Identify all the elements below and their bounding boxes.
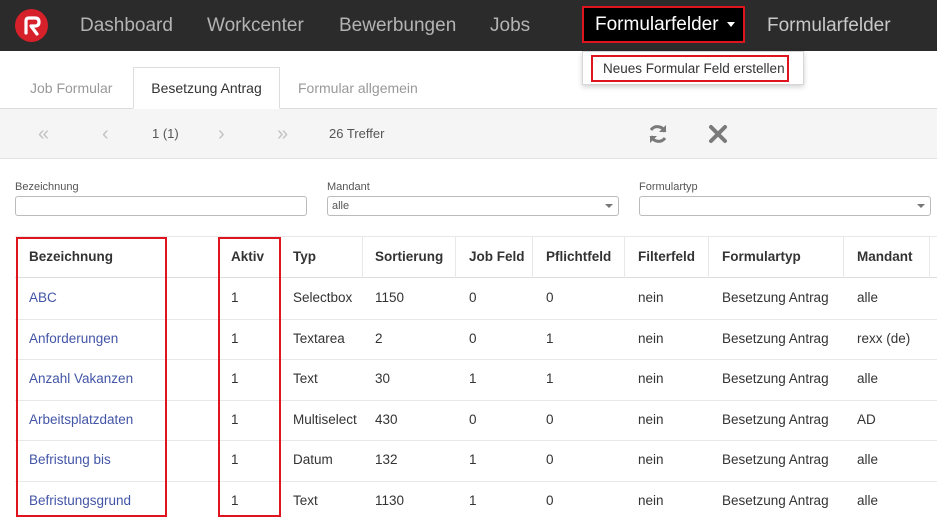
cell-mandant: rexx (de) [857,331,911,346]
pager-toolbar [0,109,937,159]
highlight-bezeichnung-column [16,237,167,517]
column-separator [929,237,930,278]
filter-formulartyp-select[interactable] [639,196,931,216]
cell-job-feld: 1 [469,452,477,467]
cell-typ: Selectbox [293,290,353,305]
cell-job-feld: 0 [469,412,477,427]
cell-filterfeld: nein [638,412,664,427]
select-arrow-icon [917,204,925,208]
column-separator [362,237,363,278]
cell-mandant: alle [857,290,879,305]
cell-typ: Datum [293,452,333,467]
cell-pflichtfeld: 0 [546,493,554,508]
cell-job-feld: 0 [469,331,477,346]
app-logo[interactable] [15,9,48,42]
column-separator [624,237,625,278]
column-header-mandant[interactable]: Mandant [857,236,913,278]
column-header-formulartyp[interactable]: Formulartyp [722,236,801,278]
column-header-sortierung[interactable]: Sortierung [375,236,443,278]
menu-item-new-form-field[interactable]: Neues Formular Feld erstellen [591,55,789,82]
nav-workcenter[interactable]: Workcenter [207,0,304,51]
first-page-icon[interactable]: « [38,109,49,159]
cell-typ: Text [293,493,318,508]
page-section-title: Formularfelder [767,15,891,36]
nav-bewerbungen[interactable]: Bewerbungen [339,0,456,51]
cell-pflichtfeld: 1 [546,331,554,346]
cell-formulartyp: Besetzung Antrag [722,452,829,467]
cell-sortierung: 132 [375,452,398,467]
cell-typ: Multiselect [293,412,357,427]
cell-formulartyp: Besetzung Antrag [722,412,829,427]
cell-formulartyp: Besetzung Antrag [722,331,829,346]
filter-mandant-select[interactable]: alle [327,196,619,216]
cell-pflichtfeld: 0 [546,290,554,305]
cell-formulartyp: Besetzung Antrag [722,290,829,305]
column-separator [708,237,709,278]
refresh-icon[interactable] [646,122,670,146]
column-header-pflichtfeld[interactable]: Pflichtfeld [546,236,611,278]
cell-job-feld: 1 [469,493,477,508]
highlight-aktiv-column [218,237,281,517]
column-header-typ[interactable]: Typ [293,236,316,278]
cell-pflichtfeld: 0 [546,452,554,467]
formularfelder-menu: Neues Formular Feld erstellen [582,51,804,85]
nav-jobs[interactable]: Jobs [490,0,530,51]
filter-bezeichnung-label: Bezeichnung [15,181,79,193]
tab-formular-allgemein[interactable]: Formular allgemein [298,67,418,109]
cell-job-feld: 1 [469,371,477,386]
last-page-icon[interactable]: » [277,109,288,159]
filter-mandant-label: Mandant [327,181,370,193]
filter-mandant-value: alle [332,200,350,212]
cell-typ: Textarea [293,331,345,346]
caret-down-icon [726,22,735,28]
hit-count: 26 Treffer [329,126,385,141]
nav-formularfelder-dropdown[interactable]: Formularfelder [582,6,745,43]
cell-formulartyp: Besetzung Antrag [722,371,829,386]
cell-mandant: AD [857,412,876,427]
page-indicator: 1 (1) [152,126,179,141]
cell-filterfeld: nein [638,371,664,386]
column-header-filterfeld[interactable]: Filterfeld [638,236,695,278]
column-separator [843,237,844,278]
cell-filterfeld: nein [638,493,664,508]
reset-filter-icon[interactable] [706,122,730,146]
column-separator [455,237,456,278]
cell-sortierung: 1130 [375,493,405,508]
cell-sortierung: 30 [375,371,391,386]
next-page-icon[interactable]: › [218,109,225,159]
tab-besetzung-antrag[interactable]: Besetzung Antrag [133,67,280,109]
nav-dashboard[interactable]: Dashboard [80,0,173,51]
cell-pflichtfeld: 1 [546,371,554,386]
cell-filterfeld: nein [638,290,664,305]
cell-filterfeld: nein [638,331,664,346]
cell-mandant: alle [857,452,879,467]
nav-formularfelder-label: Formularfelder [595,14,719,35]
tab-job-formular[interactable]: Job Formular [30,67,112,109]
cell-mandant: alle [857,493,879,508]
filter-formulartyp-label: Formulartyp [639,181,698,193]
cell-mandant: alle [857,371,879,386]
cell-sortierung: 430 [375,412,398,427]
column-header-job-feld[interactable]: Job Feld [469,236,525,278]
cell-job-feld: 0 [469,290,477,305]
cell-sortierung: 2 [375,331,383,346]
column-separator [532,237,533,278]
filter-bezeichnung-input[interactable] [15,196,307,216]
previous-page-icon[interactable]: ‹ [102,109,109,159]
cell-typ: Text [293,371,318,386]
cell-pflichtfeld: 0 [546,412,554,427]
cell-formulartyp: Besetzung Antrag [722,493,829,508]
select-arrow-icon [605,204,613,208]
cell-sortierung: 1150 [375,290,405,305]
cell-filterfeld: nein [638,452,664,467]
